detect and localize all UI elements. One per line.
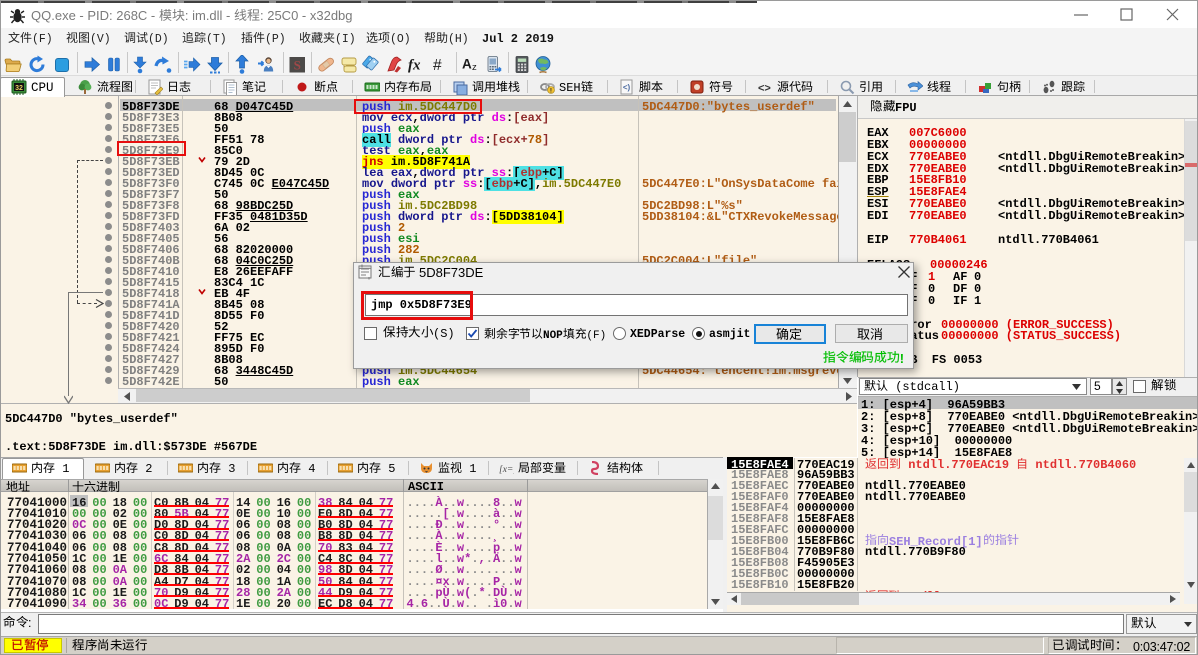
svg-text:#: #: [433, 57, 442, 74]
svg-text:A: A: [462, 57, 472, 72]
svg-text:fx: fx: [408, 58, 421, 74]
svg-text:[x=]: [x=]: [499, 465, 514, 475]
svg-text:z: z: [472, 62, 477, 73]
svg-text:!: !: [550, 87, 552, 94]
svg-text:<): <): [623, 83, 631, 92]
svg-text:<>: <>: [758, 83, 771, 95]
svg-text:32: 32: [15, 85, 23, 92]
svg-text:S: S: [294, 58, 301, 73]
